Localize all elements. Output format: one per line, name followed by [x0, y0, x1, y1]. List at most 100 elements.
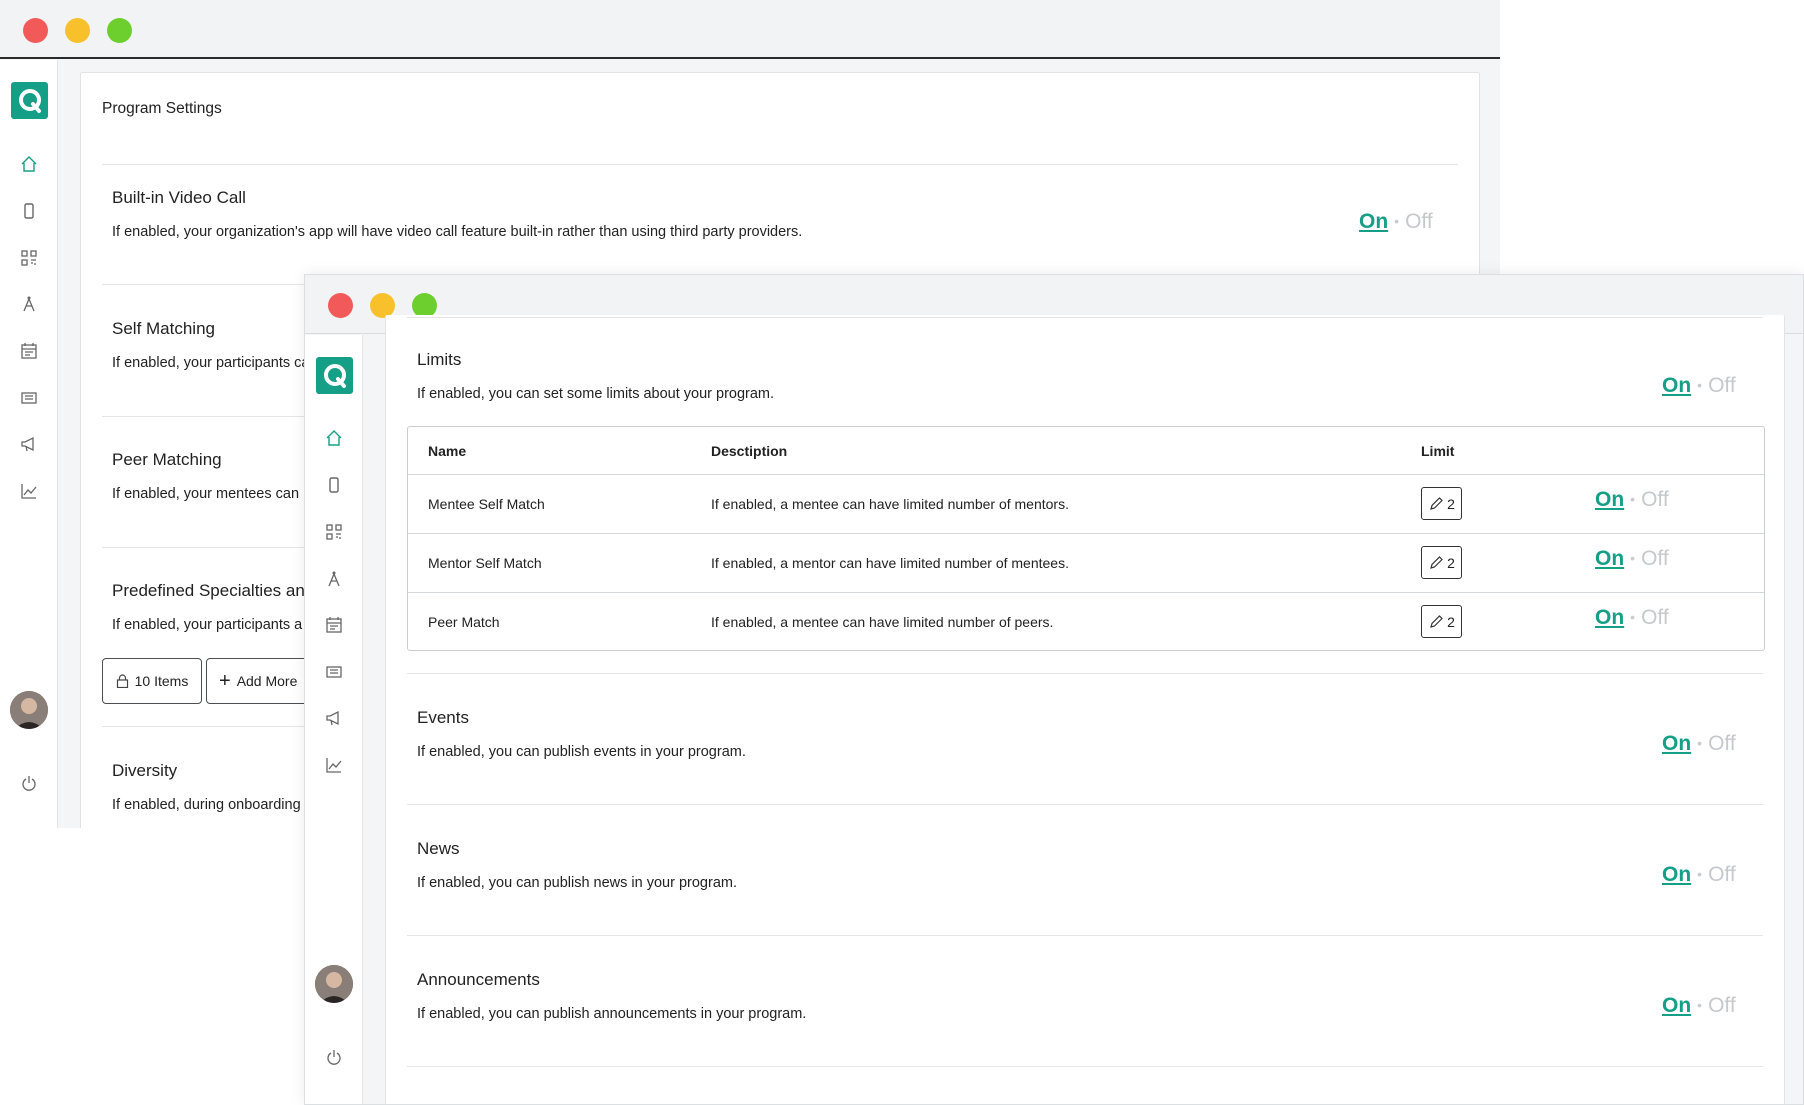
edit-limit-button[interactable]: 2: [1421, 605, 1462, 638]
toggle-on[interactable]: On: [1595, 488, 1624, 511]
toggle-on[interactable]: On: [1359, 210, 1388, 233]
row-toggle[interactable]: On • Off: [1595, 547, 1669, 571]
section-title: Limits: [417, 350, 462, 369]
section-title: Events: [417, 708, 469, 727]
maximize-dot[interactable]: [107, 18, 132, 43]
toggle-off[interactable]: Off: [1641, 488, 1669, 511]
pencil-icon: [1430, 614, 1443, 628]
row-toggle[interactable]: On • Off: [1595, 488, 1669, 512]
toggle-sep: •: [1697, 735, 1703, 751]
mobile-icon[interactable]: [324, 475, 344, 495]
mobile-icon[interactable]: [19, 201, 39, 221]
news-icon[interactable]: [19, 388, 39, 408]
app-logo[interactable]: [11, 82, 48, 119]
row-divider: [408, 592, 1764, 593]
megaphone-icon[interactable]: [19, 434, 39, 454]
lock-icon: [116, 674, 128, 688]
qr-scan-icon[interactable]: [19, 248, 39, 268]
chart-icon[interactable]: [19, 481, 39, 501]
megaphone-icon[interactable]: [324, 708, 344, 728]
calendar-icon[interactable]: [19, 341, 39, 361]
news-icon[interactable]: [324, 662, 344, 682]
power-icon[interactable]: [19, 773, 39, 793]
row-name: Peer Match: [428, 614, 500, 630]
toggle-sep: •: [1630, 550, 1636, 566]
items-chip[interactable]: 10 Items: [102, 658, 202, 704]
section-title: Self Matching: [112, 319, 215, 338]
back-sidebar: [0, 60, 58, 828]
limits-toggle[interactable]: On • Off: [1662, 374, 1736, 398]
avatar[interactable]: [10, 691, 48, 729]
section-title: Built-in Video Call: [112, 188, 246, 207]
row-desc: If enabled, a mentee can have limited nu…: [711, 496, 1069, 512]
events-toggle[interactable]: On • Off: [1662, 732, 1736, 756]
section-desc: If enabled, you can publish events in yo…: [417, 744, 746, 760]
toggle-off[interactable]: Off: [1708, 863, 1736, 886]
close-dot[interactable]: [23, 18, 48, 43]
toggle-on[interactable]: On: [1595, 606, 1624, 629]
section-desc: If enabled, your organization's app will…: [112, 224, 803, 240]
row-desc: If enabled, a mentee can have limited nu…: [711, 614, 1054, 630]
section-desc: If enabled, you can publish news in your…: [417, 875, 737, 891]
row-name: Mentee Self Match: [428, 496, 545, 512]
qr-scan-icon[interactable]: [324, 522, 344, 542]
toggle-sep: •: [1697, 997, 1703, 1013]
front-settings-panel: Limits If enabled, you can set some limi…: [385, 315, 1785, 1104]
chart-icon[interactable]: [324, 755, 344, 775]
avatar[interactable]: [315, 965, 353, 1003]
toggle-off[interactable]: Off: [1641, 547, 1669, 570]
section-desc: If enabled, your mentees can: [112, 486, 300, 502]
video-call-toggle[interactable]: On • Off: [1359, 210, 1433, 234]
front-sidebar: [305, 335, 363, 1104]
minimize-dot[interactable]: [65, 18, 90, 43]
toggle-off[interactable]: Off: [1708, 374, 1736, 397]
power-icon[interactable]: [324, 1047, 344, 1067]
limit-value: 2: [1447, 613, 1455, 630]
row-desc: If enabled, a mentor can have limited nu…: [711, 555, 1069, 571]
edit-limit-button[interactable]: 2: [1421, 487, 1462, 520]
toggle-on[interactable]: On: [1662, 732, 1691, 755]
home-icon[interactable]: [19, 154, 39, 174]
home-icon[interactable]: [324, 428, 344, 448]
announcements-toggle[interactable]: On • Off: [1662, 994, 1736, 1018]
back-titlebar: [0, 0, 1500, 59]
compass-icon[interactable]: [324, 569, 344, 589]
toggle-on[interactable]: On: [1662, 863, 1691, 886]
limits-table: Name Desctiption Limit Mentee Self Match…: [407, 426, 1765, 651]
add-more-button[interactable]: + Add More: [206, 658, 316, 704]
calendar-icon[interactable]: [324, 615, 344, 635]
section-desc: If enabled, your participants a: [112, 617, 303, 633]
app-logo[interactable]: [316, 357, 353, 394]
page-title: Program Settings: [102, 100, 222, 117]
section-desc: If enabled, your participants ca: [112, 355, 310, 371]
toggle-sep: •: [1394, 213, 1400, 229]
row-divider: [408, 474, 1764, 475]
news-toggle[interactable]: On • Off: [1662, 863, 1736, 887]
front-window: Limits If enabled, you can set some limi…: [304, 274, 1804, 1105]
row-toggle[interactable]: On • Off: [1595, 606, 1669, 630]
toggle-sep: •: [1630, 609, 1636, 625]
toggle-off[interactable]: Off: [1708, 732, 1736, 755]
toggle-on[interactable]: On: [1662, 374, 1691, 397]
section-title: Diversity: [112, 761, 178, 780]
toggle-off[interactable]: Off: [1405, 210, 1433, 233]
row-name: Mentor Self Match: [428, 555, 542, 571]
toggle-off[interactable]: Off: [1708, 994, 1736, 1017]
section-title: News: [417, 839, 460, 858]
divider: [407, 317, 1763, 318]
limit-value: 2: [1447, 495, 1455, 512]
column-header: Desctiption: [711, 443, 788, 459]
toggle-sep: •: [1697, 377, 1703, 393]
row-divider: [408, 533, 1764, 534]
section-desc: If enabled, during onboarding: [112, 797, 301, 813]
section-title: Peer Matching: [112, 450, 222, 469]
compass-icon[interactable]: [19, 294, 39, 314]
toggle-sep: •: [1630, 491, 1636, 507]
close-dot[interactable]: [328, 293, 353, 318]
toggle-off[interactable]: Off: [1641, 606, 1669, 629]
section-desc: If enabled, you can publish announcement…: [417, 1006, 807, 1022]
toggle-sep: •: [1697, 866, 1703, 882]
toggle-on[interactable]: On: [1662, 994, 1691, 1017]
edit-limit-button[interactable]: 2: [1421, 546, 1462, 579]
toggle-on[interactable]: On: [1595, 547, 1624, 570]
